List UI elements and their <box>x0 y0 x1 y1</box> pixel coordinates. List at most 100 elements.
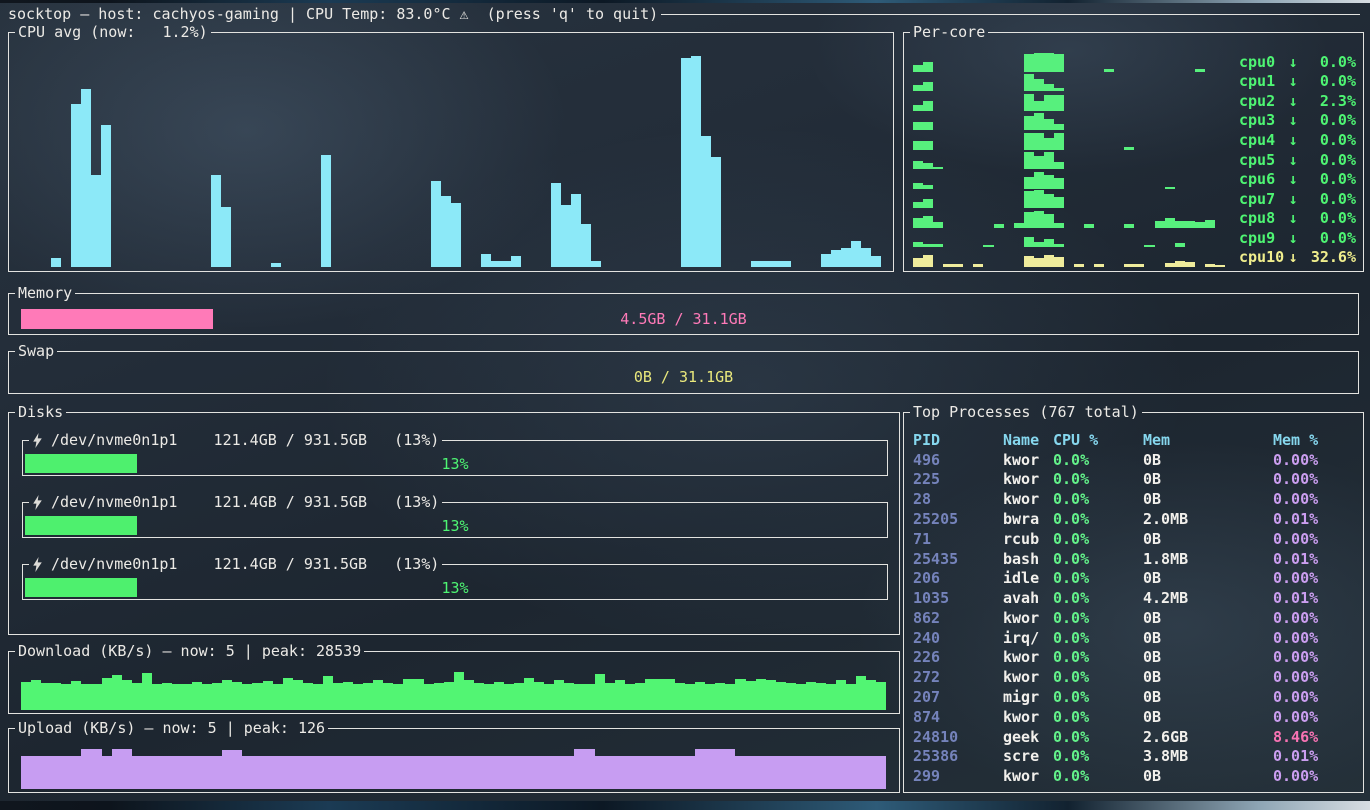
table-cell: 0.0% <box>1053 470 1089 488</box>
core-row: cpu0↓0.0% <box>913 52 1356 72</box>
history-bar <box>403 756 413 789</box>
download-chart <box>21 665 887 710</box>
upload-chart <box>21 742 887 789</box>
history-bar <box>444 682 454 710</box>
table-cell: Name <box>1003 431 1039 449</box>
table-row: 862kwor0.0%0B0.00% <box>913 608 1358 628</box>
table-row: 874kwor0.0%0B0.00% <box>913 707 1358 727</box>
table-cell: 3.8MB <box>1143 747 1188 765</box>
core-name: cpu7 <box>1239 190 1284 208</box>
table-row: 24810geek0.0%2.6GB8.46% <box>913 727 1358 747</box>
history-bar <box>1124 264 1134 267</box>
table-cell: 0.0% <box>1053 530 1089 548</box>
history-bar <box>333 683 343 710</box>
core-value: 32.6% <box>1302 248 1356 266</box>
disk-label: /dev/nvme0n1p1 121.4GB / 931.5GB (13%) <box>51 556 439 572</box>
history-bar <box>953 264 963 268</box>
history-bar <box>1024 54 1034 72</box>
history-bar <box>1054 197 1064 209</box>
table-cell: kwor <box>1003 490 1039 508</box>
history-bar <box>761 261 771 267</box>
core-row: cpu8↓0.0% <box>913 208 1356 228</box>
history-bar <box>504 684 514 710</box>
history-bar <box>242 684 252 710</box>
core-value: 0.0% <box>1302 229 1356 247</box>
history-bar <box>534 756 544 789</box>
table-cell: 0.00% <box>1273 490 1318 508</box>
history-bar <box>675 756 685 789</box>
history-bar <box>61 756 71 789</box>
history-bar <box>554 756 564 789</box>
terminal-window: socktop — host: cachyos-gaming | CPU Tem… <box>0 3 1370 801</box>
history-bar <box>595 674 605 710</box>
history-bar <box>202 684 212 710</box>
core-value: 0.0% <box>1302 53 1356 71</box>
core-sparkline <box>913 189 1225 209</box>
disk-label: /dev/nvme0n1p1 121.4GB / 931.5GB (13%) <box>51 494 439 510</box>
table-row: 207migr0.0%0B0.00% <box>913 687 1358 707</box>
history-bar <box>913 141 923 150</box>
disk-box-title: /dev/nvme0n1p1 121.4GB / 931.5GB (13%) <box>29 556 442 572</box>
history-bar <box>252 756 262 789</box>
history-bar <box>51 258 61 267</box>
history-bar <box>665 756 675 789</box>
history-bar <box>923 101 933 110</box>
table-cell: 0.0% <box>1053 510 1089 528</box>
history-bar <box>514 683 524 710</box>
per-core-panel: Per-core cpu0↓0.0%cpu1↓0.0%cpu2↓2.3%cpu3… <box>903 24 1364 272</box>
history-bar <box>122 749 132 789</box>
history-bar <box>343 682 353 710</box>
history-bar <box>655 679 665 711</box>
table-row: 240irq/0.0%0B0.00% <box>913 628 1358 648</box>
history-bar <box>51 756 61 789</box>
history-bar <box>101 125 111 267</box>
history-bar <box>585 684 595 710</box>
core-label: cpu8↓0.0% <box>1239 208 1356 228</box>
history-bar <box>781 261 791 267</box>
down-arrow-icon: ↓ <box>1284 72 1302 90</box>
history-bar <box>51 683 61 710</box>
history-bar <box>1175 261 1185 267</box>
history-bar <box>504 756 514 789</box>
core-sparkline <box>913 150 1225 170</box>
core-value: 0.0% <box>1302 131 1356 149</box>
history-bar <box>211 175 221 267</box>
history-bar <box>876 756 886 789</box>
core-sparkline <box>913 247 1225 267</box>
table-row: 299kwor0.0%0B0.00% <box>913 766 1358 786</box>
table-row: 272kwor0.0%0B0.00% <box>913 667 1358 687</box>
core-label: cpu10↓32.6% <box>1239 247 1356 267</box>
core-sparkline <box>913 169 1225 189</box>
history-bar <box>454 672 464 710</box>
history-bar <box>534 682 544 710</box>
history-bar <box>484 756 494 789</box>
process-table: PIDNameCPU %MemMem %496kwor0.0%0B0.00%22… <box>913 430 1358 786</box>
table-cell: 0.00% <box>1273 609 1318 627</box>
table-cell: 0.0% <box>1053 490 1089 508</box>
history-bar <box>585 749 595 789</box>
down-arrow-icon: ↓ <box>1284 111 1302 129</box>
history-bar <box>1215 265 1225 267</box>
core-value: 0.0% <box>1302 190 1356 208</box>
table-cell: kwor <box>1003 648 1039 666</box>
table-cell: idle <box>1003 569 1039 587</box>
disk-gauge: 13% <box>25 516 885 535</box>
top-processes-panel: Top Processes (767 total) PIDNameCPU %Me… <box>903 404 1364 793</box>
history-bar <box>31 756 41 789</box>
history-bar <box>1175 221 1185 228</box>
table-cell: geek <box>1003 728 1039 746</box>
lightning-icon <box>32 433 43 448</box>
history-bar <box>821 254 831 267</box>
history-bar <box>323 676 333 710</box>
history-bar <box>923 199 933 209</box>
history-bar <box>625 684 635 710</box>
history-bar <box>923 141 933 150</box>
core-sparkline <box>913 130 1225 150</box>
history-bar <box>122 680 132 710</box>
history-bar <box>826 756 836 789</box>
swap-gauge-label: 0B / 31.1GB <box>21 367 1346 387</box>
history-bar <box>695 682 705 710</box>
history-bar <box>182 684 192 710</box>
table-cell: Mem % <box>1273 431 1318 449</box>
table-cell: scre <box>1003 747 1039 765</box>
